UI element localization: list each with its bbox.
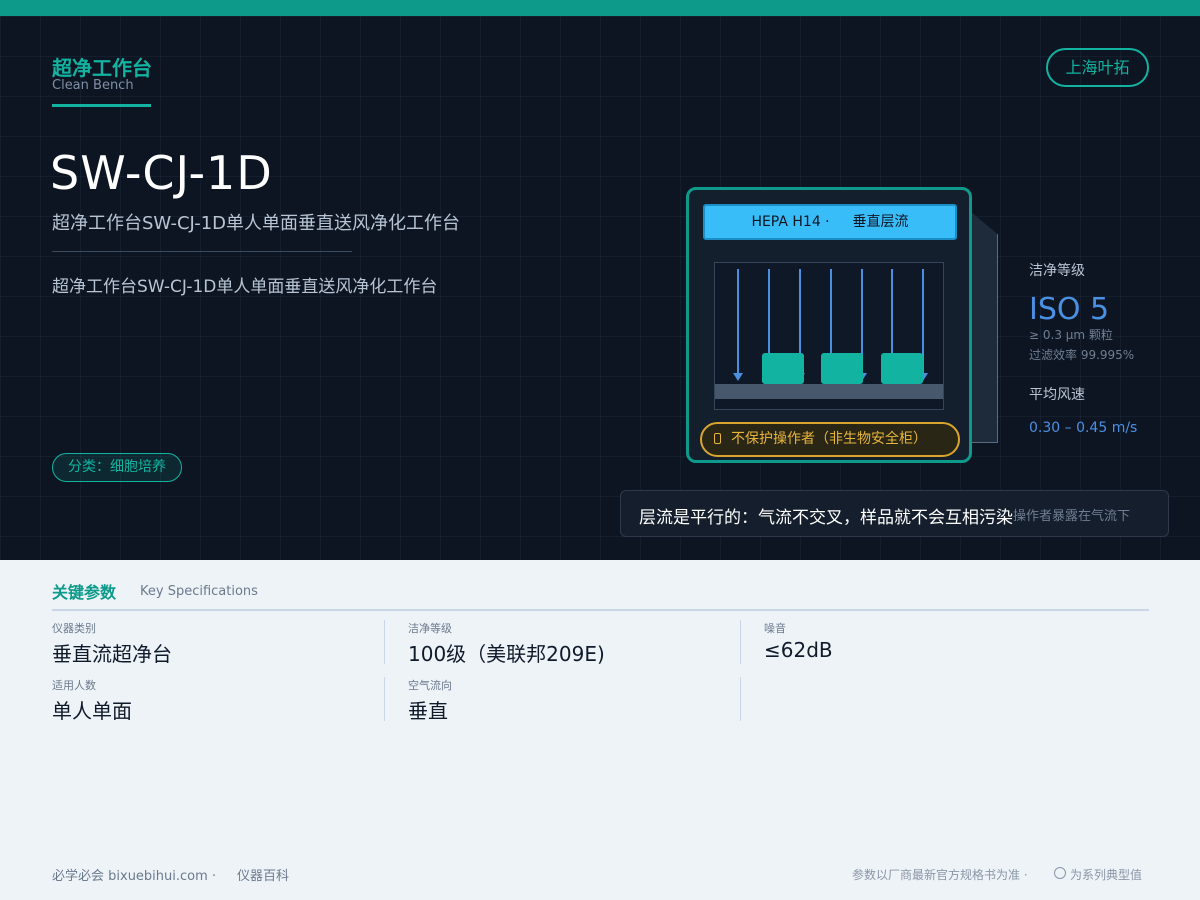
hepa-filter: HEPA H14 · 垂直层流 <box>703 204 957 240</box>
spec-divider <box>384 677 385 721</box>
model-number: SW-CJ-1D <box>50 146 273 200</box>
airflow-arrow <box>733 269 743 381</box>
clean-bench-diagram: HEPA H14 · 垂直层流 不保护操作者（非生物安全柜） <box>686 187 972 463</box>
work-surface <box>715 384 943 399</box>
hero-section: 超净工作台 Clean Bench 上海叶拓 SW-CJ-1D 超净工作台SW-… <box>0 16 1200 560</box>
specs-title: 关键参数 <box>52 583 117 602</box>
particle-note: ≥ 0.3 μm 颗粒 <box>1029 328 1113 342</box>
sample-block <box>881 353 923 384</box>
efficiency-note: 过滤效率 99.995% <box>1029 348 1135 362</box>
spec-divider <box>384 620 385 664</box>
callout-ghost-text: 操作者暴露在气流下 <box>1013 509 1131 524</box>
sample-block <box>821 353 863 384</box>
spec-label: 空气流向 <box>408 679 452 692</box>
spec-value: 100级（美联邦209E) <box>408 642 605 666</box>
warning-text: 不保护操作者（非生物安全柜） <box>731 431 927 447</box>
specs-subtitle: Key Specifications <box>140 584 258 599</box>
footer-site-link[interactable]: 必学必会 bixuebihui.com · <box>52 865 216 884</box>
spec-label: 适用人数 <box>52 679 96 692</box>
spec-noise: 噪音 ≤62dB <box>764 620 1084 664</box>
warning-pill: 不保护操作者（非生物安全柜） <box>700 422 960 457</box>
divider <box>52 251 352 252</box>
laminar-flow-callout: 操作者暴露在气流下 层流是平行的：气流不交叉，样品就不会互相污染 <box>620 490 1169 537</box>
specs-rule <box>52 609 1149 611</box>
spec-value: ≤62dB <box>764 638 833 662</box>
footer-note: 为系列典型值 <box>1070 868 1143 882</box>
hepa-label: HEPA H14 · <box>751 214 830 230</box>
category-title: 超净工作台 <box>52 56 152 80</box>
brand-badge[interactable]: 上海叶拓 <box>1046 48 1149 87</box>
airspeed-label: 平均风速 <box>1029 387 1085 403</box>
footer-disclaimer: 参数以厂商最新官方规格书为准 · <box>852 868 1028 882</box>
category-subtitle: Clean Bench <box>52 78 134 93</box>
spec-value: 垂直流超净台 <box>52 642 172 666</box>
spec-divider <box>740 677 741 721</box>
callout-main-text: 层流是平行的：气流不交叉，样品就不会互相污染 <box>639 508 1013 528</box>
circle-icon <box>1054 867 1066 879</box>
top-accent-bar <box>0 0 1200 16</box>
airspeed-value: 0.30 – 0.45 m/s <box>1029 420 1138 436</box>
sample-block <box>762 353 804 384</box>
flow-label: 垂直层流 <box>852 214 909 230</box>
phone-icon <box>714 433 721 444</box>
spec-label: 仪器类别 <box>52 622 96 635</box>
cleanliness-value: ISO 5 <box>1029 292 1110 327</box>
spec-cleanliness: 洁净等级 100级（美联邦209E) <box>408 620 728 666</box>
category-underline <box>52 104 151 107</box>
category-tag[interactable]: 分类：细胞培养 <box>52 453 182 482</box>
spec-value: 垂直 <box>408 699 448 723</box>
work-chamber <box>714 262 944 410</box>
description-primary: 超净工作台SW-CJ-1D单人单面垂直送风净化工作台 <box>52 213 461 234</box>
spec-label: 噪音 <box>764 622 786 635</box>
spec-divider <box>740 620 741 664</box>
spec-value: 单人单面 <box>52 699 132 723</box>
spec-label: 洁净等级 <box>408 622 452 635</box>
spec-instrument-type: 仪器类别 垂直流超净台 <box>52 620 372 666</box>
spec-airflow: 空气流向 垂直 <box>408 677 728 723</box>
description-secondary: 超净工作台SW-CJ-1D单人单面垂直送风净化工作台 <box>52 277 438 297</box>
footer-section-link[interactable]: 仪器百科 <box>237 865 289 884</box>
cleanliness-label: 洁净等级 <box>1029 263 1085 279</box>
spec-users: 适用人数 单人单面 <box>52 677 372 723</box>
